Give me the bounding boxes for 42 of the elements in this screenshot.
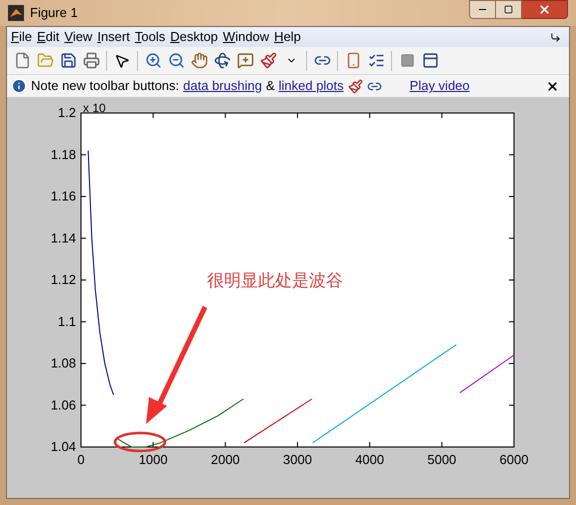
annotation-text: 很明显此处是波谷 xyxy=(207,271,343,290)
window-title: Figure 1 xyxy=(30,4,78,22)
y-tick-label: 1.2 xyxy=(58,105,76,120)
menu-item[interactable]: Edit xyxy=(34,27,62,47)
close-button[interactable] xyxy=(546,80,559,92)
y-tick-label: 1.04 xyxy=(50,439,76,454)
data-brushing-link[interactable]: data brushing xyxy=(183,76,262,96)
x-tick-label: 2000 xyxy=(210,452,240,467)
menu-item[interactable]: View xyxy=(62,27,94,47)
maximize-button[interactable] xyxy=(496,0,522,19)
x-tick-label: 5000 xyxy=(427,452,456,467)
app-logo-icon xyxy=(8,5,24,21)
y-tick-label: 1.14 xyxy=(50,230,76,246)
highlight-ellipse xyxy=(114,432,166,452)
menu-item[interactable]: Window xyxy=(220,27,272,47)
menu-item[interactable]: Tools xyxy=(132,27,168,47)
dock-arrow-icon[interactable] xyxy=(550,32,561,42)
brush-icon xyxy=(348,78,363,94)
x-tick-label: 1000 xyxy=(138,452,168,467)
linked-plots-link[interactable]: linked plots xyxy=(278,76,344,96)
y-tick-label: 1.12 xyxy=(50,272,76,287)
y-tick-label: 1.1 xyxy=(58,314,76,329)
play-video-link[interactable]: Play video xyxy=(410,76,470,96)
ampersand-text: & xyxy=(266,77,275,96)
y-tick-label: 1.06 xyxy=(50,397,76,412)
y-tick-label: 1.08 xyxy=(50,356,76,370)
x-tick-label: 3000 xyxy=(283,452,312,467)
x-tick-label: 4000 xyxy=(355,452,384,467)
x-tick-label: 6000 xyxy=(500,452,528,467)
close-icon xyxy=(538,3,551,16)
menu-item[interactable]: Insert xyxy=(95,27,132,47)
x-tick-label: 0 xyxy=(77,452,85,467)
maximize-icon xyxy=(504,5,513,14)
close-button[interactable] xyxy=(522,0,568,19)
menu-item[interactable]: Desktop xyxy=(168,27,220,47)
info-text: Note new toolbar buttons: xyxy=(31,77,180,96)
menu-item[interactable]: File xyxy=(9,27,34,47)
y-tick-label: 1.16 xyxy=(50,188,76,204)
axis-exponent: x 10 xyxy=(83,101,106,115)
info-icon xyxy=(11,78,27,94)
y-tick-label: 1.18 xyxy=(50,146,76,162)
menu-item[interactable]: Help xyxy=(272,27,303,47)
